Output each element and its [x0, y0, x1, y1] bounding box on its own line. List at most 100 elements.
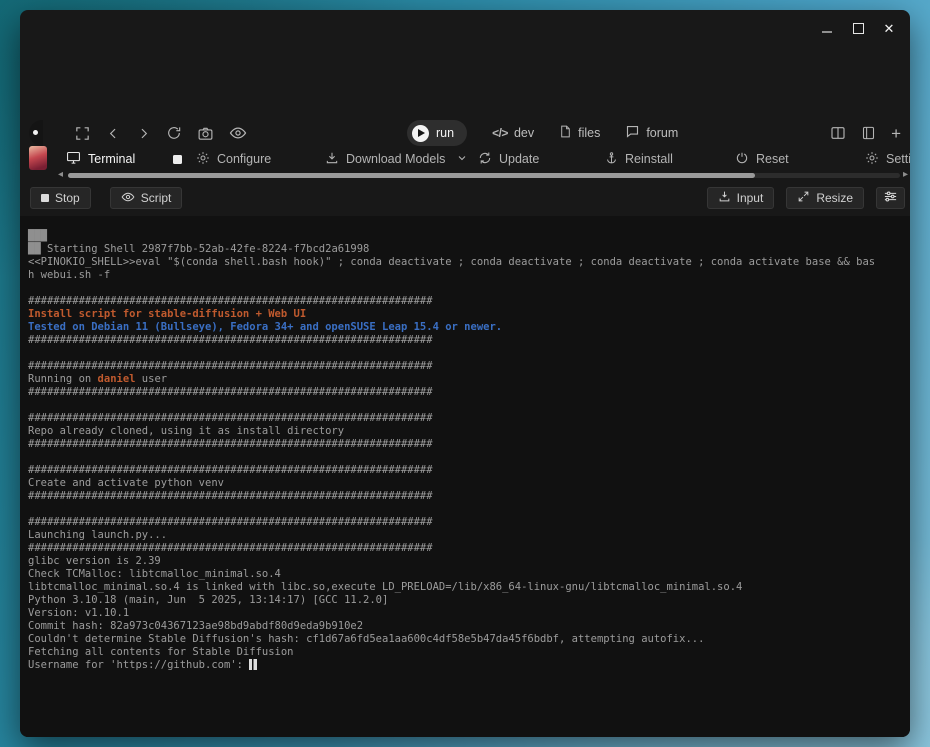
- gear-icon: [196, 151, 210, 168]
- window-controls: ✕: [820, 19, 896, 37]
- columns-icon: [830, 125, 846, 141]
- terminal-line: ########################################…: [28, 464, 906, 477]
- stop-button[interactable]: Stop: [30, 187, 91, 209]
- stop-label: Stop: [55, 191, 80, 205]
- terminal-output[interactable]: █████ Starting Shell 2987f7bb-52ab-42fe-…: [20, 216, 910, 737]
- input-button[interactable]: Input: [707, 187, 775, 209]
- scrollbar-thumb[interactable]: [68, 173, 755, 178]
- terminal-line: ########################################…: [28, 490, 906, 503]
- tab-reset[interactable]: Reset: [735, 146, 789, 172]
- terminal-line: libtcmalloc_minimal.so.4 is linked with …: [28, 581, 906, 594]
- scroll-right-arrow[interactable]: ▸: [903, 169, 908, 180]
- maximize-button[interactable]: [851, 21, 865, 35]
- terminal-line: ########################################…: [28, 334, 906, 347]
- terminal-line: ########################################…: [28, 516, 906, 529]
- maximize-icon: [853, 23, 864, 34]
- terminal-line: [28, 399, 906, 412]
- scrollbar-track[interactable]: [68, 173, 900, 178]
- pinokio-logo[interactable]: [29, 120, 55, 146]
- chevron-down-icon: [456, 152, 468, 167]
- terminal-line: Username for 'https://github.com':: [28, 659, 906, 672]
- terminal-line: glibc version is 2.39: [28, 555, 906, 568]
- fullscreen-button[interactable]: [74, 125, 91, 142]
- reload-button[interactable]: [166, 125, 182, 141]
- visibility-button[interactable]: [229, 124, 247, 142]
- tab-configure-label: Configure: [217, 152, 271, 166]
- forum-label: forum: [646, 126, 678, 140]
- terminal-line: [28, 347, 906, 360]
- forward-button[interactable]: [136, 126, 151, 141]
- notebook-icon: [861, 125, 876, 141]
- play-icon: [412, 125, 429, 142]
- reload-icon: [166, 125, 182, 141]
- terminal-line: ########################################…: [28, 386, 906, 399]
- app-toolbar: Terminal Configure Download Models Updat…: [20, 146, 910, 172]
- close-button[interactable]: ✕: [882, 21, 896, 35]
- back-button[interactable]: [106, 126, 121, 141]
- terminal-line: Check TCMalloc: libtcmalloc_minimal.so.4: [28, 568, 906, 581]
- tab-configure[interactable]: Configure: [196, 146, 271, 172]
- code-icon: </>: [492, 126, 508, 140]
- terminal-line: Commit hash: 82a973c04367123ae98bd9abdf8…: [28, 620, 906, 633]
- terminal-line: Couldn't determine Stable Diffusion's ha…: [28, 633, 906, 646]
- minimize-icon: [822, 31, 832, 33]
- run-button[interactable]: run: [407, 120, 467, 146]
- terminal-line: Tested on Debian 11 (Bullseye), Fedora 3…: [28, 321, 906, 334]
- scroll-left-arrow[interactable]: ◂: [58, 169, 63, 180]
- reset-icon: [735, 151, 749, 168]
- input-icon: [718, 190, 731, 206]
- stop-icon: [41, 194, 49, 202]
- app-window: ✕: [20, 10, 910, 737]
- forum-button[interactable]: forum: [625, 124, 678, 142]
- terminal-action-bar: Stop Script Input Resize: [20, 187, 910, 210]
- new-tab-button[interactable]: +: [891, 125, 901, 142]
- minimize-button[interactable]: [820, 21, 834, 35]
- resize-icon: [797, 190, 810, 206]
- terminal-line: ########################################…: [28, 360, 906, 373]
- files-button[interactable]: files: [559, 124, 600, 142]
- terminal-line: Create and activate python venv: [28, 477, 906, 490]
- plus-icon: +: [891, 125, 901, 142]
- tab-download-models[interactable]: Download Models: [325, 146, 468, 172]
- eye-icon: [229, 124, 247, 142]
- terminal-line: Version: v1.10.1: [28, 607, 906, 620]
- tab-reset-label: Reset: [756, 152, 789, 166]
- resize-button[interactable]: Resize: [786, 187, 864, 209]
- chevron-right-icon: [136, 126, 151, 141]
- split-view-button[interactable]: [830, 125, 846, 141]
- file-icon: [559, 124, 572, 142]
- tab-settings-label: Settings: [886, 152, 910, 166]
- terminal-line: ########################################…: [28, 542, 906, 555]
- terminal-line: Python 3.10.18 (main, Jun 5 2025, 13:14:…: [28, 594, 906, 607]
- close-icon: ✕: [884, 22, 895, 35]
- fullscreen-icon: [74, 125, 91, 142]
- terminal-cursor: [249, 659, 257, 670]
- terminal-line: ########################################…: [28, 412, 906, 425]
- terminal-line: h webui.sh -f: [28, 269, 906, 282]
- notebook-button[interactable]: [861, 125, 876, 141]
- camera-icon: [197, 125, 214, 142]
- app-avatar[interactable]: [29, 146, 47, 170]
- script-button[interactable]: Script: [110, 187, 183, 209]
- monitor-icon: [66, 150, 81, 168]
- tab-terminal-label: Terminal: [88, 152, 135, 166]
- anchor-icon: [605, 151, 618, 168]
- terminal-line: Install script for stable-diffusion + We…: [28, 308, 906, 321]
- terminal-settings-button[interactable]: [876, 187, 905, 209]
- tab-download-models-label: Download Models: [346, 152, 445, 166]
- script-label: Script: [141, 191, 172, 205]
- dev-button[interactable]: </> dev: [492, 126, 534, 140]
- run-label: run: [436, 126, 454, 140]
- terminal-line: [28, 282, 906, 295]
- tab-reinstall[interactable]: Reinstall: [605, 146, 673, 172]
- terminal-line: Repo already cloned, using it as install…: [28, 425, 906, 438]
- screenshot-button[interactable]: [197, 125, 214, 142]
- terminal-line: ########################################…: [28, 438, 906, 451]
- terminal-line: Launching launch.py...: [28, 529, 906, 542]
- tab-update[interactable]: Update: [478, 146, 539, 172]
- resize-label: Resize: [816, 191, 853, 205]
- desktop-background: { "window": { "controls": { "close_glyph…: [0, 0, 930, 747]
- tab-terminal[interactable]: Terminal: [66, 146, 182, 172]
- refresh-icon: [478, 151, 492, 168]
- sliders-icon: [883, 189, 898, 207]
